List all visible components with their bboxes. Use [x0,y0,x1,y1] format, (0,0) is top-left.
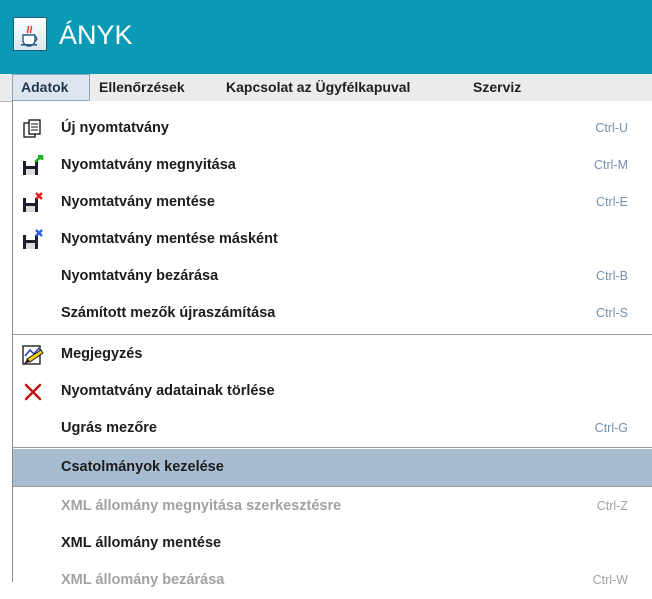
save-as-icon [21,229,45,251]
shortcut-hint: Ctrl-E [596,195,628,209]
menu-ellenorzesek[interactable]: Ellenőrzések [91,74,193,101]
note-icon [21,344,45,366]
menu-szerviz[interactable]: Szerviz [465,74,529,101]
menu-item-label: Nyomtatvány mentése másként [61,231,278,247]
menu-item-note[interactable]: Megjegyzés [13,336,652,373]
menu-item-xml-save[interactable]: XML állomány mentése [13,525,652,562]
save-form-icon [21,192,45,214]
menu-adatok[interactable]: Adatok [12,74,90,101]
menu-separator [13,486,652,487]
menu-ugyfelkapu[interactable]: Kapcsolat az Ügyfélkapuval [218,74,418,101]
menu-item-label: XML állomány megnyitása szerkesztésre [61,498,342,514]
adatok-dropdown-menu: Új nyomtatvány Ctrl-U Nyomtatvány megnyi… [12,101,652,588]
shortcut-hint: Ctrl-U [595,121,628,135]
menu-item-label: Nyomtatvány bezárása [61,268,219,284]
menu-item-delete-data[interactable]: Nyomtatvány adatainak törlése [13,373,652,410]
app-title: ÁNYK [59,20,133,50]
shortcut-hint: Ctrl-S [596,306,628,320]
menu-item-label: Új nyomtatvány [61,120,169,136]
menu-item-label: Nyomtatvány adatainak törlése [61,383,275,399]
menu-item-label: XML állomány mentése [61,535,222,551]
shortcut-hint: Ctrl-W [592,573,628,587]
menu-item-goto-field[interactable]: Ugrás mezőre Ctrl-G [13,410,652,447]
menu-item-xml-close[interactable]: XML állomány bezárása Ctrl-W [13,562,652,599]
menu-item-label: Ugrás mezőre [61,420,157,436]
java-cup-icon[interactable] [13,17,47,51]
menu-item-label: Számított mezők újraszámítása [61,305,276,321]
title-bar: ÁNYK [0,0,652,74]
shortcut-hint: Ctrl-Z [596,499,628,513]
menu-item-recalculate[interactable]: Számított mezők újraszámítása Ctrl-S [13,295,652,332]
menu-item-label: XML állomány bezárása [61,572,225,588]
menu-item-attachments[interactable]: Csatolmányok kezelése [13,449,652,486]
menu-item-xml-open-edit[interactable]: XML állomány megnyitása szerkesztésre Ct… [13,488,652,525]
menu-item-label: Csatolmányok kezelése [61,459,224,475]
shortcut-hint: Ctrl-B [596,269,628,283]
menu-item-label: Megjegyzés [61,346,143,362]
menu-bar: Adatok Ellenőrzések Kapcsolat az Ügyfélk… [0,74,652,102]
shortcut-hint: Ctrl-M [593,158,628,172]
menu-item-save-as[interactable]: Nyomtatvány mentése másként [13,221,652,258]
menu-item-new-form[interactable]: Új nyomtatvány Ctrl-U [13,110,652,147]
menu-item-label: Nyomtatvány mentése [61,194,215,210]
menu-item-save-form[interactable]: Nyomtatvány mentése Ctrl-E [13,184,652,221]
menu-item-open-form[interactable]: Nyomtatvány megnyitása Ctrl-M [13,147,652,184]
menu-item-label: Nyomtatvány megnyitása [61,157,236,173]
open-form-icon [21,154,45,177]
menu-separator [13,447,652,448]
delete-x-icon [21,381,45,403]
menu-separator [13,334,652,335]
shortcut-hint: Ctrl-G [594,421,628,435]
new-form-icon [21,118,45,140]
menu-item-close-form[interactable]: Nyomtatvány bezárása Ctrl-B [13,258,652,295]
